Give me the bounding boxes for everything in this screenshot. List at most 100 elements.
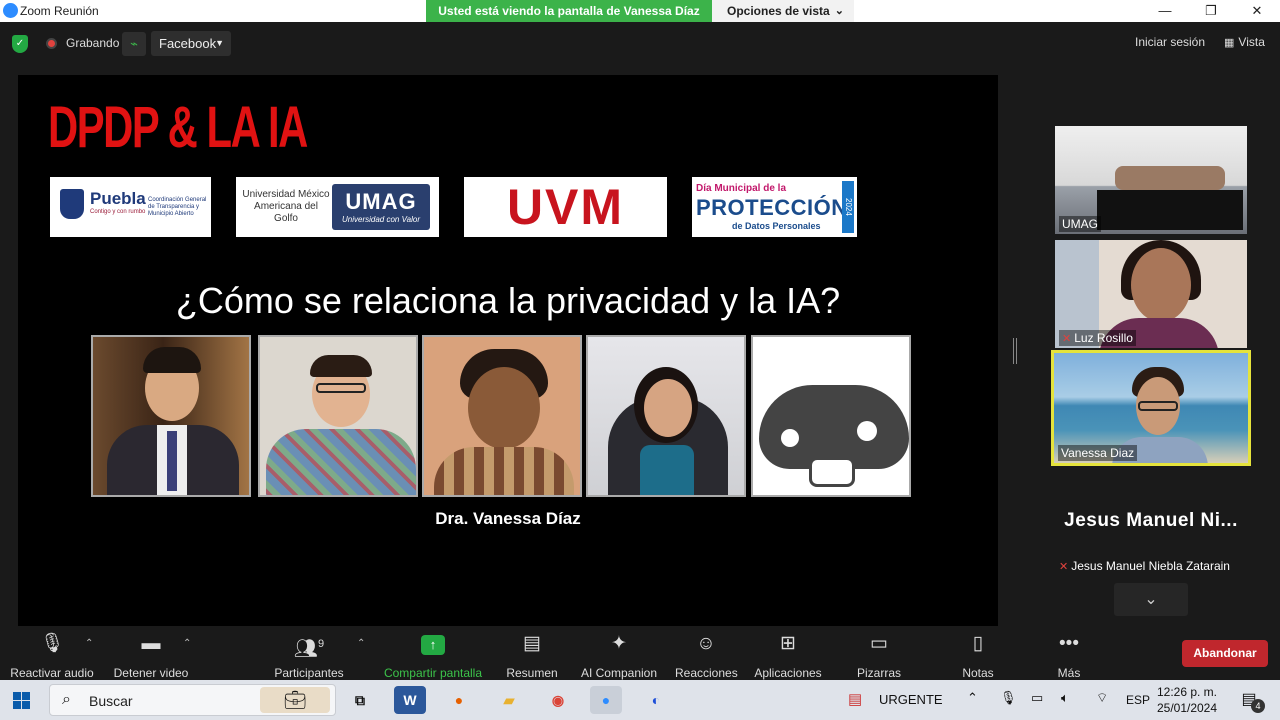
search-placeholder: Buscar xyxy=(89,693,133,709)
view-options-label: Opciones de vista xyxy=(727,4,830,18)
close-button[interactable]: ✕ xyxy=(1234,0,1280,22)
video-tile-luz-rosillo[interactable]: ✕ Luz Rosillo xyxy=(1055,240,1247,348)
task-view-icon[interactable]: ⧉ xyxy=(344,686,376,714)
recording-label: Grabando xyxy=(66,36,120,50)
stream-target-select[interactable]: Facebook ▼ xyxy=(151,31,231,56)
input-language[interactable]: ESP xyxy=(1126,693,1150,707)
speaker-photo-5 xyxy=(751,335,911,497)
gallery-scroll-down-button[interactable]: ⌄ xyxy=(1114,583,1188,616)
chevron-down-icon: ⌄ xyxy=(1144,591,1158,608)
speaker-caption: Dra. Vanessa Díaz xyxy=(435,509,581,528)
share-screen-button[interactable]: ↑ Compartir pantalla xyxy=(380,632,486,680)
video-options-caret[interactable]: ⌃ xyxy=(183,638,191,649)
audio-options-caret[interactable]: ⌃ xyxy=(85,638,93,649)
view-button[interactable]: ▦ Vista xyxy=(1224,35,1265,49)
umag-badge-text: UMAG xyxy=(345,189,417,214)
webex-app-icon[interactable]: ◐ xyxy=(640,686,672,714)
video-tile-umag[interactable]: UMAG xyxy=(1055,126,1247,234)
windows-start-icon[interactable] xyxy=(13,692,30,709)
participants-options-caret[interactable]: ⌃ xyxy=(357,638,365,649)
logo-dia-proteccion: Día Municipal de la PROTECCIÓN de Datos … xyxy=(692,177,857,237)
slide-title: DPDP & LA IA xyxy=(48,95,308,160)
microphone-icon[interactable]: 🎙︎ xyxy=(1000,690,1017,706)
restore-button[interactable]: ❐ xyxy=(1188,0,1234,22)
stop-video-label: Detener video xyxy=(113,666,189,680)
view-options-button[interactable]: Opciones de vista ⌄ xyxy=(712,0,854,22)
meeting-info-bar: ✓ Grabando ⌁ Facebook ▼ Iniciar sesión ▦… xyxy=(0,22,1280,70)
dia-line3: de Datos Personales xyxy=(732,221,821,231)
panel-resize-handle[interactable] xyxy=(1013,338,1017,364)
logo-uvm: UVM xyxy=(464,177,667,237)
tile-name: ✕ Luz Rosillo xyxy=(1059,330,1136,346)
clock-time: 12:26 p. m. xyxy=(1156,685,1218,699)
zoom-app-icon[interactable]: ● xyxy=(590,686,622,714)
wifi-icon[interactable]: ⌔ xyxy=(1096,690,1108,706)
caret-down-icon: ▼ xyxy=(215,38,224,48)
notes-icon: ▯ xyxy=(972,633,984,654)
notes-button[interactable]: ▯ Notas xyxy=(958,632,998,680)
puebla-name: Puebla xyxy=(90,189,146,208)
share-screen-icon: ↑ xyxy=(421,635,445,655)
chrome-app-icon[interactable]: ◉ xyxy=(542,686,574,714)
speaker-photo-1 xyxy=(91,335,251,497)
dia-line1: Día Municipal de la xyxy=(696,183,787,194)
video-tile-jesus-manuel[interactable]: Jesus Manuel Ni... ✕ Jesus Manuel Niebla … xyxy=(1055,474,1247,577)
puebla-crest-icon xyxy=(60,189,84,219)
logo-puebla: Puebla Contigo y con rumbo Coordinación … xyxy=(50,177,211,237)
summary-button[interactable]: ▤ Resumen xyxy=(506,632,558,680)
participants-count: 9 xyxy=(318,638,325,650)
news-urgent-icon: ▤ xyxy=(848,691,863,708)
news-urgent-label[interactable]: URGENTE xyxy=(879,692,943,707)
chevron-down-icon: ⌄ xyxy=(834,5,844,17)
whiteboard-icon: ▭ xyxy=(870,633,888,654)
view-label: Vista xyxy=(1238,35,1265,49)
muted-mic-icon: ✕ xyxy=(1062,333,1072,345)
battery-icon[interactable]: ▭ xyxy=(1031,690,1043,706)
window-title: Zoom Reunión xyxy=(20,4,99,18)
whiteboards-label: Pizarras xyxy=(856,666,901,680)
participants-label: Participantes xyxy=(274,666,344,680)
smiley-icon: ☺ xyxy=(696,633,716,654)
minimize-button[interactable]: — xyxy=(1142,0,1188,22)
dia-line2: PROTECCIÓN xyxy=(696,195,848,220)
taskbar-search[interactable]: ⌕ Buscar 💼︎ xyxy=(49,684,336,716)
stream-target-label: Facebook xyxy=(159,36,217,51)
video-tile-vanessa-diaz[interactable]: Vanessa Diaz xyxy=(1051,350,1251,466)
more-dots-icon: ••• xyxy=(1059,633,1079,654)
umag-badge: UMAG Universidad con Valor xyxy=(332,184,430,230)
dia-year: 2024 xyxy=(842,181,854,233)
whiteboards-button[interactable]: ▭ Pizarras xyxy=(856,632,902,680)
muted-mic-icon: 🎙︎ xyxy=(39,633,65,654)
notifications-icon[interactable]: ▤ 4 xyxy=(1237,689,1265,713)
screen-share-notice: Usted está viendo la pantalla de Vanessa… xyxy=(426,0,712,22)
security-shield-icon[interactable]: ✓ xyxy=(12,35,28,53)
ai-companion-label: AI Companion xyxy=(580,666,658,680)
speaker-photo-4 xyxy=(586,335,746,497)
apps-button[interactable]: ⊞ Aplicaciones xyxy=(753,632,823,680)
word-app-icon[interactable]: W xyxy=(394,686,426,714)
volume-icon[interactable]: 🔈︎ xyxy=(1061,690,1069,706)
tile-name-text: Luz Rosillo xyxy=(1074,331,1133,345)
more-button[interactable]: ••• Más xyxy=(1052,632,1086,680)
sign-in-button[interactable]: Iniciar sesión xyxy=(1135,35,1205,49)
window-title-bar: Zoom Reunión Usted está viendo la pantal… xyxy=(0,0,1280,22)
search-icon: ⌕ xyxy=(62,691,71,708)
leave-meeting-button[interactable]: Abandonar xyxy=(1182,640,1268,667)
share-icon-wrap: ↑ xyxy=(380,632,486,656)
unmute-audio-button[interactable]: 🎙︎ Reactivar audio xyxy=(10,632,94,680)
puebla-office: Coordinación General de Transparencia y … xyxy=(148,197,207,217)
live-stream-icon[interactable]: ⌁ xyxy=(122,32,146,56)
ai-companion-button[interactable]: ✦ AI Companion xyxy=(578,632,660,680)
stop-video-button[interactable]: ▬ Detener video xyxy=(112,632,190,680)
puebla-tagline: Contigo y con rumbo xyxy=(90,209,146,215)
video-camera-icon: ▬ xyxy=(141,633,161,654)
file-explorer-icon[interactable]: ▰ xyxy=(493,686,525,714)
uvm-text: UVM xyxy=(506,179,625,235)
notes-label: Notas xyxy=(962,666,994,680)
taskbar-clock[interactable]: 12:26 p. m. 25/01/2024 xyxy=(1152,684,1222,716)
speaker-photo-3 xyxy=(422,335,582,497)
reactions-button[interactable]: ☺ Reacciones xyxy=(675,632,738,680)
participants-button[interactable]: 👥︎9 Participantes xyxy=(272,632,346,680)
tray-expand-icon[interactable]: ⌃ xyxy=(967,690,978,706)
firefox-app-icon[interactable]: ● xyxy=(443,686,475,714)
